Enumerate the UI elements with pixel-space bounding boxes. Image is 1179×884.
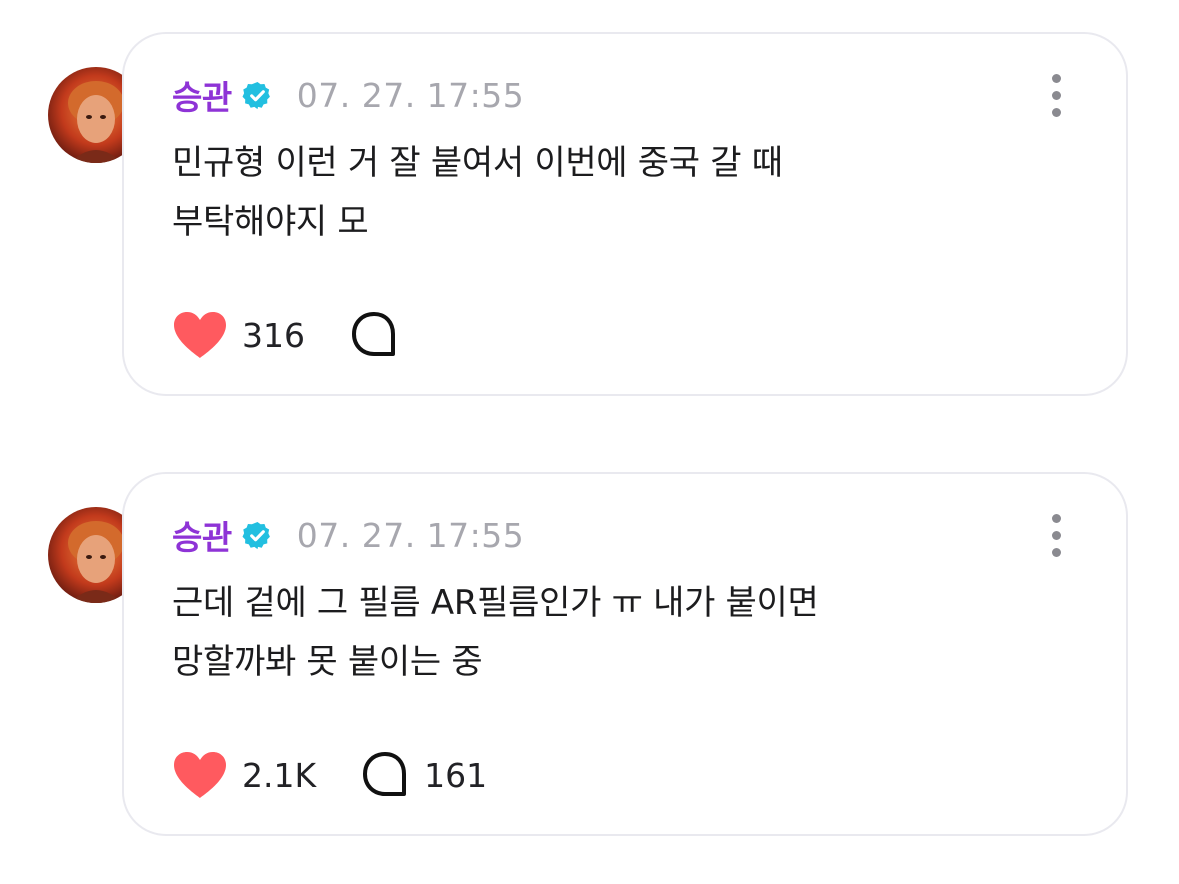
- like-button[interactable]: 2.1K: [172, 750, 316, 800]
- heart-icon: [172, 310, 228, 360]
- comment-bubble-icon: [349, 310, 399, 360]
- post-actions: 316: [172, 310, 413, 360]
- timestamp: 07. 27. 17:55: [296, 75, 525, 115]
- post-text-line: 망할까봐 못 붙이는 중: [172, 642, 483, 682]
- post-header: 승관 07. 27. 17:55: [172, 72, 524, 118]
- post-text: 민규형 이런 거 잘 붙여서 이번에 중국 갈 때 부탁해야지 모: [172, 134, 1072, 252]
- comment-button[interactable]: 161: [360, 750, 487, 800]
- author-name[interactable]: 승관: [172, 71, 232, 119]
- more-vertical-icon[interactable]: [1044, 514, 1068, 558]
- more-vertical-icon[interactable]: [1044, 74, 1068, 118]
- post-card[interactable]: 승관 07. 27. 17:55 근데 겉에 그 필름 AR필름인가 ㅠ 내가 …: [122, 472, 1128, 836]
- like-count: 2.1K: [242, 755, 317, 795]
- like-button[interactable]: 316: [172, 310, 305, 360]
- verified-badge-icon: [242, 520, 273, 551]
- comment-button[interactable]: [349, 310, 413, 360]
- author-name[interactable]: 승관: [172, 511, 232, 559]
- post-header: 승관 07. 27. 17:55: [172, 512, 524, 558]
- post-text-line: 근데 겉에 그 필름 AR필름인가 ㅠ 내가 붙이면: [172, 583, 819, 623]
- comment-bubble-icon: [360, 750, 410, 800]
- timestamp: 07. 27. 17:55: [296, 515, 525, 555]
- post-text: 근데 겉에 그 필름 AR필름인가 ㅠ 내가 붙이면 망할까봐 못 붙이는 중: [172, 574, 1072, 692]
- comment-count: 161: [424, 755, 488, 795]
- post-text-line: 부탁해야지 모: [172, 202, 369, 242]
- heart-icon: [172, 750, 228, 800]
- verified-badge-icon: [242, 80, 273, 111]
- post-text-line: 민규형 이런 거 잘 붙여서 이번에 중국 갈 때: [172, 143, 783, 183]
- like-count: 316: [242, 315, 305, 355]
- post-actions: 2.1K 161: [172, 750, 487, 800]
- post-card[interactable]: 승관 07. 27. 17:55 민규형 이런 거 잘 붙여서 이번에 중국 갈…: [122, 32, 1128, 396]
